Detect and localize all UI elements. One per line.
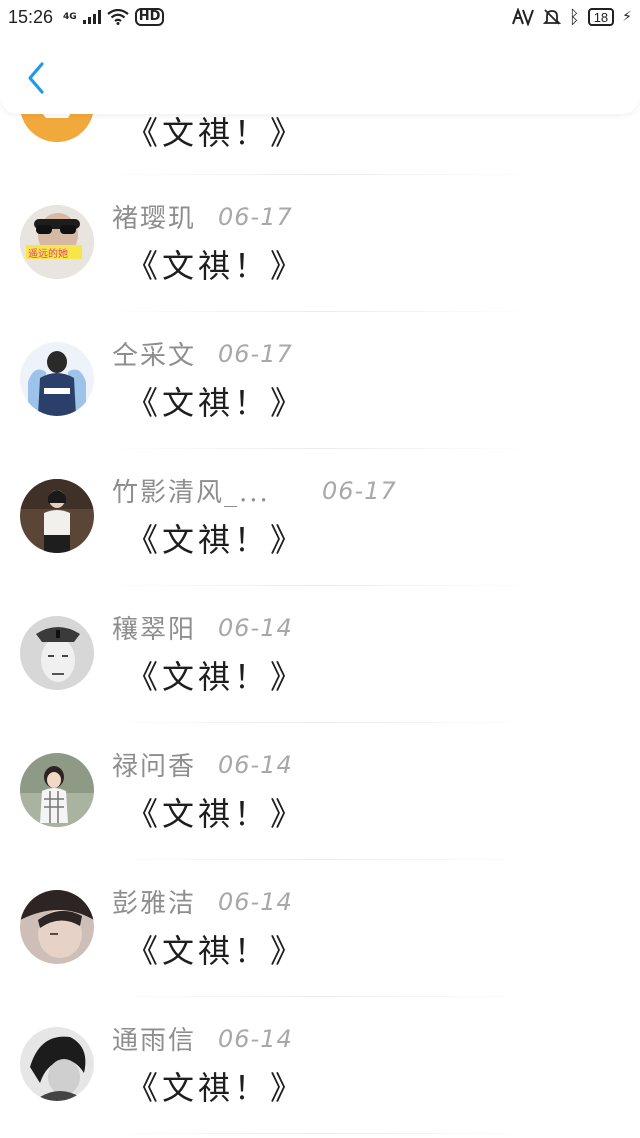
- top-bar: [0, 34, 640, 114]
- avatar[interactable]: [20, 479, 94, 553]
- signal-icon: [82, 10, 101, 24]
- avatar[interactable]: [20, 753, 94, 827]
- list-item[interactable]: 仝采文 06-17 《文祺！》: [0, 312, 640, 449]
- network-type: 4G: [63, 11, 77, 22]
- list-item[interactable]: 禄问香 06-14 《文祺！》: [0, 723, 640, 860]
- hd-icon: HD: [134, 8, 165, 26]
- item-meta: 竹影清风_... 06-17: [112, 472, 397, 509]
- list-item[interactable]: 通雨信 06-14 《文祺！》: [0, 997, 640, 1134]
- message-text: 《文祺！》: [126, 658, 307, 696]
- message-text: 《文祺！》: [126, 247, 307, 285]
- message-text: 《文祺！》: [126, 114, 307, 152]
- list-item[interactable]: 竹影清风_... 06-17 《文祺！》: [0, 449, 640, 586]
- list-item[interactable]: 彭雅洁 06-14 《文祺！》: [0, 860, 640, 997]
- status-bar: 15:26 4G HD ᛒ 18 ⚡: [0, 0, 640, 34]
- message-date: 06-17: [218, 339, 293, 368]
- message-text: 《文祺！》: [126, 521, 307, 559]
- sender-name[interactable]: 禄问香: [112, 746, 196, 783]
- message-date: 06-14: [218, 887, 293, 916]
- message-text: 《文祺！》: [126, 1069, 307, 1107]
- avatar-badge-text: 遥远的她: [28, 249, 68, 260]
- list-item[interactable]: 遥远的她 褚璎玑 06-17 《文祺！》: [0, 175, 640, 312]
- item-meta: 仝采文 06-17: [112, 335, 293, 372]
- sender-name[interactable]: 穰翠阳: [112, 609, 196, 646]
- message-text: 《文祺！》: [126, 932, 307, 970]
- bell-off-icon: [542, 9, 561, 25]
- message-date: 06-14: [218, 750, 293, 779]
- chevron-left-icon[interactable]: [22, 60, 52, 96]
- list-item[interactable]: 穰翠阳 06-14 《文祺！》: [0, 586, 640, 723]
- item-meta: 通雨信 06-14: [112, 1020, 293, 1057]
- avatar[interactable]: [20, 890, 94, 964]
- message-date: 06-14: [218, 1024, 293, 1053]
- sender-name[interactable]: 仝采文: [112, 335, 196, 372]
- message-date: 06-17: [218, 202, 293, 231]
- avatar[interactable]: [20, 616, 94, 690]
- sender-name[interactable]: 竹影清风_...: [112, 472, 300, 509]
- item-meta: 穰翠阳 06-14: [112, 609, 293, 646]
- charging-icon: ⚡: [622, 9, 632, 25]
- avatar[interactable]: 遥远的她: [20, 205, 94, 279]
- battery-icon: 18: [587, 8, 615, 26]
- wifi-icon: [107, 9, 129, 25]
- item-meta: 褚璎玑 06-17: [112, 198, 293, 235]
- message-date: 06-17: [322, 476, 397, 505]
- sender-name[interactable]: 褚璎玑: [112, 198, 196, 235]
- message-date: 06-14: [218, 613, 293, 642]
- avatar[interactable]: [20, 342, 94, 416]
- avatar[interactable]: [20, 1027, 94, 1101]
- bluetooth-icon: ᛒ: [568, 6, 580, 28]
- status-time: 15:26: [8, 6, 54, 27]
- sender-name[interactable]: 通雨信: [112, 1020, 196, 1057]
- nfc-icon: [511, 8, 534, 26]
- sender-name[interactable]: 彭雅洁: [112, 883, 196, 920]
- divider: [100, 1133, 540, 1134]
- message-text: 《文祺！》: [126, 384, 307, 422]
- message-text: 《文祺！》: [126, 795, 307, 833]
- item-meta: 彭雅洁 06-14: [112, 883, 293, 920]
- item-meta: 禄问香 06-14: [112, 746, 293, 783]
